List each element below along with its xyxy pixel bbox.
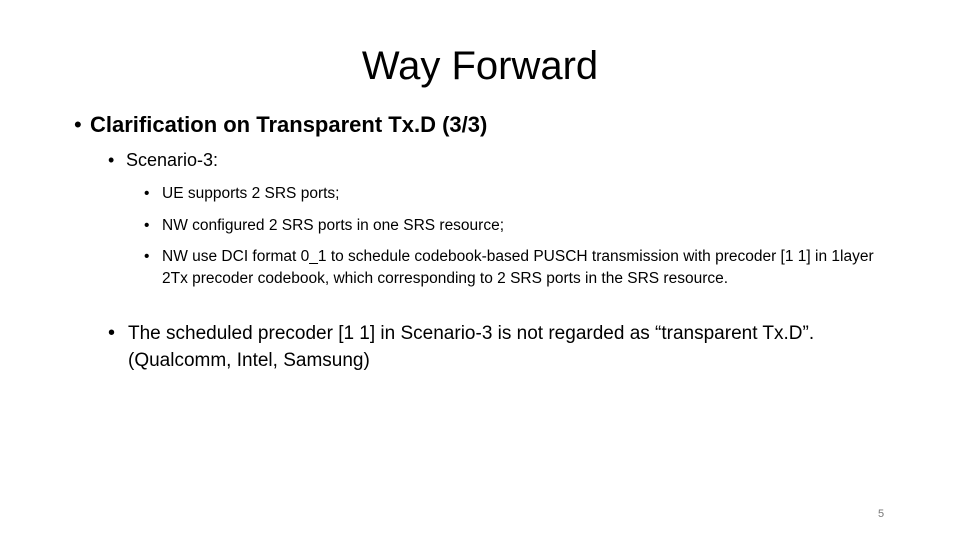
page-number: 5 — [878, 508, 885, 520]
sub-item: NW configured 2 SRS ports in one SRS res… — [162, 217, 505, 234]
bullet-icon: • — [144, 185, 150, 202]
sub-item: NW use DCI format 0_1 to schedule codebo… — [162, 248, 874, 287]
bullet-icon: • — [74, 112, 82, 137]
sub-item: UE supports 2 SRS ports; — [162, 185, 340, 202]
bullet-icon: • — [144, 217, 150, 234]
bullet-icon: • — [108, 322, 116, 344]
conclusion-bullet: The scheduled precoder [1 1] in Scenario… — [128, 323, 815, 371]
slide-title: Way Forward — [361, 44, 599, 88]
bullet-icon: • — [108, 150, 115, 170]
scenario-label: Scenario-3: — [126, 150, 219, 170]
bullet-icon: • — [144, 248, 150, 265]
heading-bullet: Clarification on Transparent Tx.D (3/3) — [90, 112, 488, 137]
